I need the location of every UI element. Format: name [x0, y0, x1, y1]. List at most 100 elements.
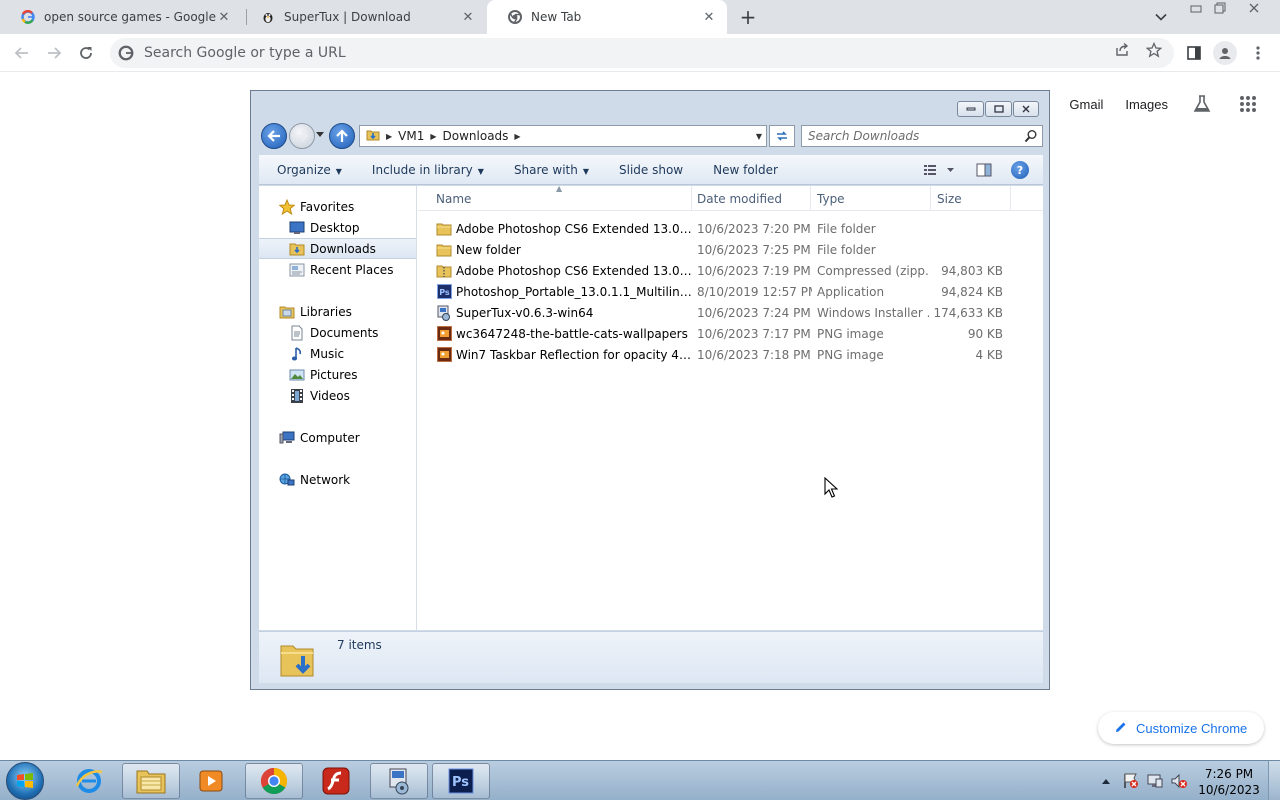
table-row[interactable]: Adobe Photoshop CS6 Extended 13.0.1.1 ..… — [418, 260, 1043, 281]
tab-title: SuperTux | Download — [284, 10, 411, 24]
sidebar-item-pictures[interactable]: Pictures — [259, 364, 416, 385]
sidebar-item-videos[interactable]: Videos — [259, 385, 416, 406]
help-icon[interactable]: ? — [1010, 161, 1030, 179]
flash-icon[interactable] — [307, 763, 365, 799]
table-row[interactable]: Adobe Photoshop CS6 Extended 13.0.1.1 ..… — [418, 218, 1043, 239]
include-in-library-menu[interactable]: Include in library ▼ — [372, 163, 484, 177]
column-header-date-modified[interactable]: Date modified — [691, 186, 811, 211]
sidebar-item-downloads[interactable]: Downloads — [259, 238, 416, 259]
file-name: Win7 Taskbar Reflection for opacity 40 q… — [456, 347, 692, 362]
system-clock[interactable]: 7:26 PM 10/6/2023 — [1194, 766, 1264, 798]
volume-muted-icon[interactable] — [1168, 761, 1190, 800]
table-row[interactable]: Ps Photoshop_Portable_13.0.1.1_Multiling… — [418, 281, 1043, 302]
address-bar[interactable]: Search Google or type a URL — [110, 38, 1174, 68]
breadcrumb-item[interactable]: VM1 — [398, 129, 424, 143]
search-icon[interactable] — [1024, 129, 1038, 146]
apps-grid-icon[interactable] — [1236, 92, 1260, 116]
internet-explorer-icon[interactable] — [60, 763, 118, 799]
preview-pane-icon[interactable] — [973, 161, 995, 179]
table-row[interactable]: New folder 10/6/2023 7:25 PM File folder — [418, 239, 1043, 260]
sidebar-item-desktop[interactable]: Desktop — [259, 217, 416, 238]
close-tab-icon[interactable]: ✕ — [216, 9, 232, 25]
bookmark-star-icon[interactable] — [1142, 38, 1166, 62]
close-window-icon[interactable] — [1242, 0, 1266, 16]
share-icon[interactable] — [1110, 38, 1134, 62]
file-date: 10/6/2023 7:18 PM — [697, 347, 811, 362]
sidebar-item-network[interactable]: Network — [259, 469, 416, 490]
refresh-icon[interactable] — [769, 125, 795, 147]
tab-search-chevron-icon[interactable] — [1150, 7, 1172, 27]
breadcrumb[interactable]: ▶ VM1 ▶ Downloads ▶ ▼ — [359, 125, 767, 147]
sidebar-item-label: Libraries — [300, 304, 352, 319]
customize-chrome-button[interactable]: Customize Chrome — [1098, 712, 1264, 744]
close-tab-icon[interactable]: ✕ — [460, 9, 476, 25]
sidebar-item-computer[interactable]: Computer — [259, 427, 416, 448]
table-row[interactable]: Win7 Taskbar Reflection for opacity 40 q… — [418, 344, 1043, 365]
column-header-name[interactable]: Name — [430, 186, 692, 211]
forward-arrow-icon[interactable] — [42, 41, 66, 65]
back-arrow-icon[interactable] — [261, 123, 287, 149]
breadcrumb-item[interactable]: Downloads — [443, 129, 509, 143]
action-center-flag-icon[interactable] — [1120, 761, 1142, 800]
tab-supertux-download[interactable]: SuperTux | Download ✕ — [240, 0, 486, 34]
address-bar-placeholder: Search Google or type a URL — [144, 45, 346, 61]
file-name: New folder — [456, 242, 521, 257]
reload-icon[interactable] — [74, 41, 98, 65]
sidebar-item-favorites[interactable]: Favorites — [259, 196, 416, 217]
file-date: 10/6/2023 7:17 PM — [697, 326, 811, 341]
media-player-icon[interactable] — [182, 763, 240, 799]
recent-pages-dropdown-icon[interactable] — [316, 131, 324, 140]
sidebar-item-label: Music — [310, 346, 345, 361]
address-dropdown-icon[interactable]: ▼ — [756, 132, 762, 141]
maximize-icon[interactable] — [985, 101, 1012, 117]
up-arrow-icon[interactable] — [329, 123, 355, 149]
back-arrow-icon[interactable] — [10, 41, 34, 65]
new-folder-button[interactable]: New folder — [713, 163, 778, 177]
chrome-icon[interactable] — [245, 763, 303, 799]
file-size: 4 KB — [975, 347, 1003, 362]
column-header-type[interactable]: Type — [811, 186, 931, 211]
profile-avatar-icon[interactable] — [1213, 41, 1237, 65]
sidebar-item-label: Computer — [300, 430, 360, 445]
sidebar-item-label: Videos — [310, 388, 350, 403]
minimize-icon[interactable] — [957, 101, 984, 117]
show-desktop-button[interactable] — [1268, 761, 1280, 800]
star-icon — [279, 198, 295, 215]
gmail-link[interactable]: Gmail — [1069, 97, 1103, 112]
table-row[interactable]: wc3647248-the-battle-cats-wallpapers 10/… — [418, 323, 1043, 344]
show-hidden-icons-icon[interactable] — [1098, 761, 1114, 800]
sidebar-item-documents[interactable]: Documents — [259, 322, 416, 343]
restore-window-icon[interactable] — [1208, 0, 1232, 16]
labs-flask-icon[interactable] — [1190, 92, 1214, 116]
network-status-icon[interactable] — [1144, 761, 1166, 800]
chevron-right-icon[interactable]: ▶ — [430, 132, 436, 141]
share-with-menu[interactable]: Share with ▼ — [514, 163, 589, 177]
slide-show-button[interactable]: Slide show — [619, 163, 683, 177]
chrome-menu-kebab-icon[interactable] — [1246, 41, 1270, 65]
installer-icon[interactable] — [370, 763, 428, 799]
tab-new-tab[interactable]: New Tab ✕ — [487, 0, 727, 34]
chevron-right-icon[interactable]: ▶ — [514, 132, 520, 141]
column-header-size[interactable]: Size — [931, 186, 1011, 211]
new-tab-button[interactable]: + — [736, 5, 760, 29]
tab-google-search[interactable]: open source games - Google Se ✕ — [0, 0, 242, 34]
png-image-icon — [436, 347, 452, 363]
minimize-window-icon[interactable] — [1184, 0, 1208, 16]
sidebar-item-recent-places[interactable]: Recent Places — [259, 259, 416, 280]
file-explorer-icon[interactable] — [122, 763, 180, 799]
png-image-icon — [436, 326, 452, 342]
sidebar-item-libraries[interactable]: Libraries — [259, 301, 416, 322]
images-link[interactable]: Images — [1125, 97, 1168, 112]
view-options-icon[interactable] — [919, 161, 959, 179]
windows-start-button-icon[interactable] — [6, 762, 44, 800]
close-tab-icon[interactable]: ✕ — [701, 9, 717, 25]
chevron-right-icon[interactable]: ▶ — [386, 132, 392, 141]
sidebar-item-music[interactable]: Music — [259, 343, 416, 364]
forward-arrow-icon[interactable] — [289, 123, 315, 149]
organize-menu[interactable]: Organize ▼ — [277, 163, 342, 177]
search-input[interactable]: Search Downloads — [801, 125, 1043, 147]
close-icon[interactable] — [1013, 101, 1039, 117]
side-panel-icon[interactable] — [1182, 41, 1206, 65]
table-row[interactable]: SuperTux-v0.6.3-win64 10/6/2023 7:24 PM … — [418, 302, 1043, 323]
photoshop-icon[interactable]: Ps — [432, 763, 490, 799]
